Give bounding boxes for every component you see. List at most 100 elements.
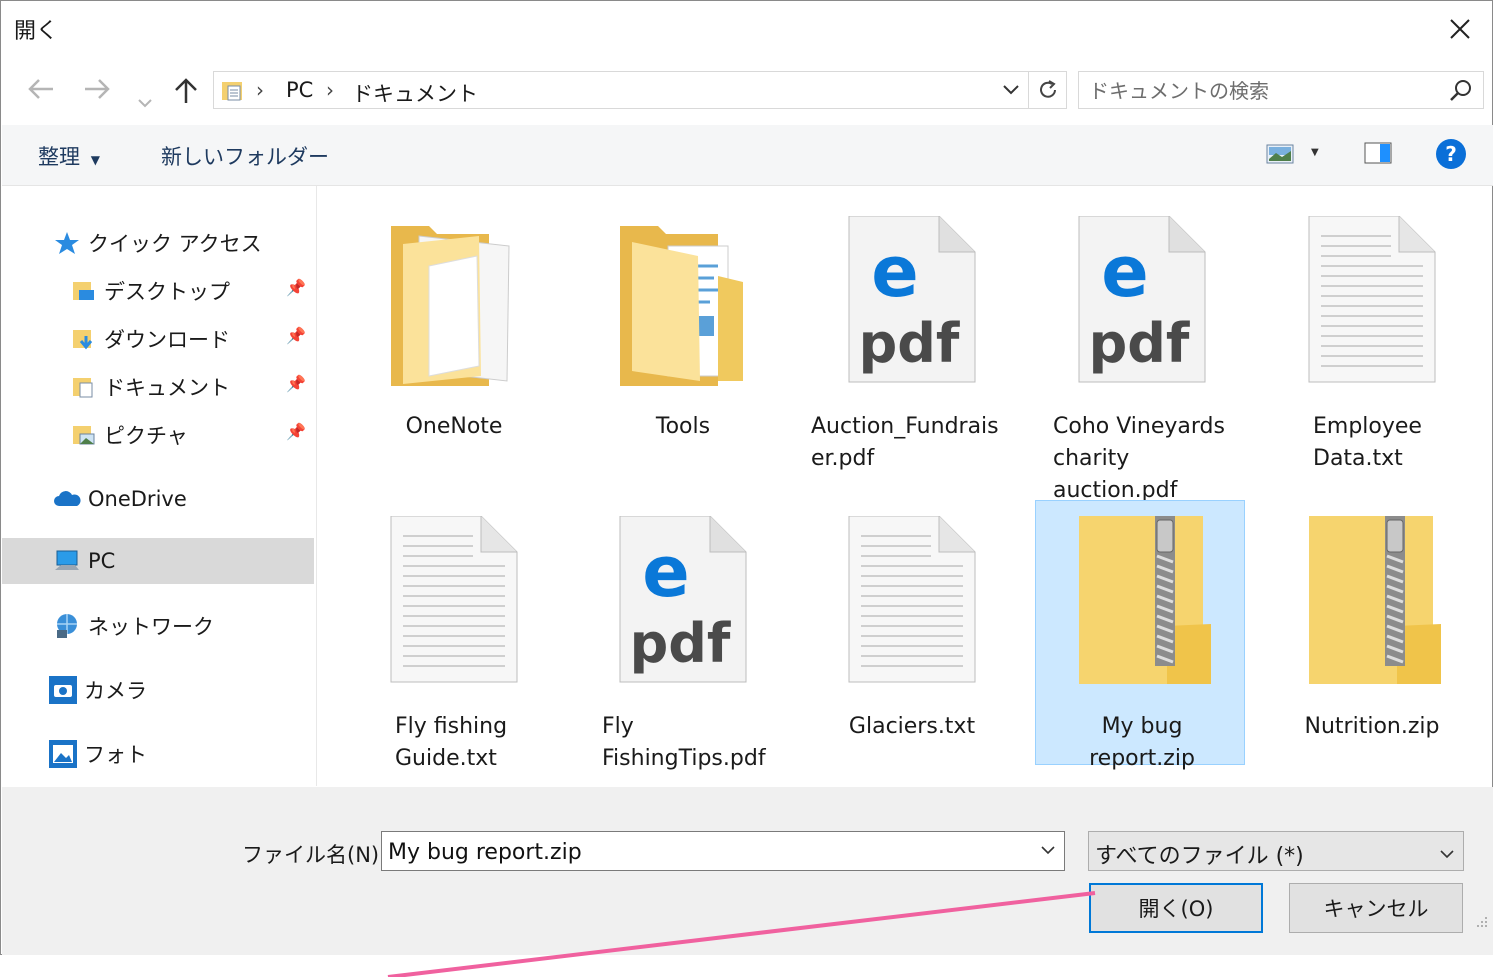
- nav-desktop[interactable]: デスクトップ: [68, 268, 230, 314]
- chevron-down-icon: [1041, 846, 1055, 855]
- address-dropdown-button[interactable]: [1002, 82, 1020, 101]
- chevron-down-icon: [138, 99, 152, 108]
- pin-icon[interactable]: 📌: [286, 278, 306, 297]
- nav-pictures[interactable]: ピクチャ: [68, 412, 188, 458]
- back-button[interactable]: [27, 75, 55, 108]
- close-icon: [1450, 19, 1470, 39]
- refresh-icon: [1039, 80, 1056, 98]
- nav-documents[interactable]: ドキュメント: [68, 364, 230, 410]
- open-button[interactable]: 開く(O): [1089, 883, 1263, 933]
- forward-arrow-icon: [85, 79, 110, 99]
- help-button[interactable]: ?: [1435, 138, 1467, 174]
- documents-folder-icon: [222, 82, 242, 101]
- new-folder-button[interactable]: 新しいフォルダー: [161, 141, 329, 171]
- nav-downloads-label: ダウンロード: [104, 328, 230, 352]
- breadcrumb-separator: ›: [256, 78, 264, 102]
- photos-icon: [48, 739, 78, 769]
- nav-quick-access-label: クイック アクセス: [88, 232, 262, 256]
- text-file-icon: [390, 516, 518, 683]
- nav-quick-access[interactable]: クイック アクセス: [52, 220, 262, 266]
- nav-desktop-label: デスクトップ: [104, 280, 230, 304]
- cloud-icon: [52, 484, 82, 514]
- svg-text:pdf: pdf: [630, 612, 731, 675]
- pin-icon[interactable]: 📌: [286, 326, 306, 345]
- file-name: My bug report.zip: [1089, 714, 1195, 771]
- view-icon: [1266, 144, 1294, 164]
- organize-menu-button[interactable]: 整理 ▼: [38, 141, 100, 171]
- pin-icon[interactable]: 📌: [286, 374, 306, 393]
- breadcrumb-documents[interactable]: ドキュメント: [352, 78, 478, 108]
- breadcrumb-separator: ›: [326, 78, 334, 102]
- nav-downloads[interactable]: ダウンロード: [68, 316, 230, 362]
- organize-label: 整理: [38, 145, 80, 169]
- svg-text:?: ?: [1445, 142, 1457, 166]
- search-input[interactable]: [1087, 76, 1441, 106]
- view-options-caret-icon[interactable]: ▼: [1311, 147, 1319, 158]
- chevron-down-icon: [1003, 85, 1019, 95]
- svg-text:e: e: [1101, 231, 1148, 313]
- filetype-select[interactable]: すべてのファイル (*): [1088, 831, 1464, 871]
- nav-onedrive[interactable]: OneDrive: [52, 476, 187, 522]
- nav-pc-label: PC: [88, 549, 116, 573]
- file-list: OneNote Tools e pdf Auction_Fundrais er.p…: [317, 186, 1493, 786]
- command-toolbar: 整理 ▼ 新しいフォルダー ▼ ?: [2, 125, 1493, 186]
- filename-combobox[interactable]: [381, 831, 1065, 871]
- dialog-footer: [2, 787, 1493, 955]
- up-button[interactable]: [173, 77, 199, 112]
- nav-camera[interactable]: カメラ: [48, 667, 147, 713]
- file-name: Glaciers.txt: [848, 714, 976, 739]
- file-name: Fly FishingTips.pdf: [602, 714, 766, 771]
- search-box[interactable]: [1078, 71, 1484, 109]
- nav-photos[interactable]: フォト: [48, 731, 147, 777]
- title-bar: 開く: [1, 1, 1492, 57]
- filename-label: ファイル名(N):: [242, 843, 387, 867]
- address-bar[interactable]: › PC › ドキュメント: [213, 71, 1029, 109]
- text-file-icon: [848, 516, 976, 683]
- text-file-icon: [1308, 216, 1436, 383]
- nav-pc[interactable]: PC: [2, 538, 314, 584]
- svg-text:pdf: pdf: [859, 312, 960, 375]
- svg-text:e: e: [642, 531, 689, 613]
- pin-icon[interactable]: 📌: [286, 422, 306, 441]
- forward-button[interactable]: [83, 75, 111, 108]
- downloads-folder-icon: [68, 324, 98, 354]
- change-view-button[interactable]: [1266, 143, 1296, 169]
- folder-icon: [391, 226, 510, 386]
- filetype-value: すべてのファイル (*): [1095, 844, 1304, 869]
- file-name: OneNote: [405, 414, 503, 439]
- folder-icon: [620, 226, 743, 386]
- svg-text:pdf: pdf: [1089, 312, 1190, 375]
- navigation-pane: クイック アクセス デスクトップ 📌 ダウンロード 📌 ドキュメント 📌 ピクチ…: [2, 186, 317, 786]
- cancel-button[interactable]: キャンセル: [1289, 883, 1463, 933]
- desktop-folder-icon: [68, 276, 98, 306]
- zip-folder-icon: [1309, 516, 1441, 684]
- network-icon: [52, 611, 82, 641]
- pdf-file-icon: e pdf: [1078, 216, 1206, 383]
- nav-network-label: ネットワーク: [88, 615, 214, 639]
- up-arrow-icon: [175, 78, 197, 103]
- filename-dropdown-button[interactable]: [1040, 840, 1056, 861]
- dropdown-caret-icon: ▼: [90, 153, 100, 167]
- open-file-dialog: 開く › PC › ドキュメント ドキュメントの検索 整理 ▼ 新しいフォルダー…: [0, 0, 1493, 955]
- preview-pane-button[interactable]: [1364, 141, 1394, 169]
- star-icon: [52, 228, 82, 258]
- filename-input[interactable]: [386, 836, 1030, 868]
- nav-pictures-label: ピクチャ: [104, 424, 188, 448]
- pdf-file-icon: e pdf: [848, 216, 976, 383]
- chevron-down-icon: [1440, 850, 1454, 859]
- search-icon[interactable]: [1449, 79, 1473, 103]
- recent-locations-button[interactable]: [137, 83, 153, 116]
- nav-onedrive-label: OneDrive: [88, 487, 187, 511]
- filetype-dropdown-button[interactable]: [1439, 841, 1455, 866]
- resize-grip-icon[interactable]: [1474, 916, 1488, 930]
- svg-text:e: e: [871, 231, 918, 313]
- preview-pane-icon: [1364, 142, 1392, 164]
- nav-network[interactable]: ネットワーク: [52, 603, 214, 649]
- refresh-button[interactable]: [1029, 71, 1067, 109]
- nav-photos-label: フォト: [84, 743, 147, 767]
- breadcrumb-pc[interactable]: PC: [286, 78, 313, 102]
- close-button[interactable]: [1428, 1, 1492, 57]
- computer-icon: [52, 546, 82, 576]
- documents-folder-icon: [68, 372, 98, 402]
- pictures-folder-icon: [68, 420, 98, 450]
